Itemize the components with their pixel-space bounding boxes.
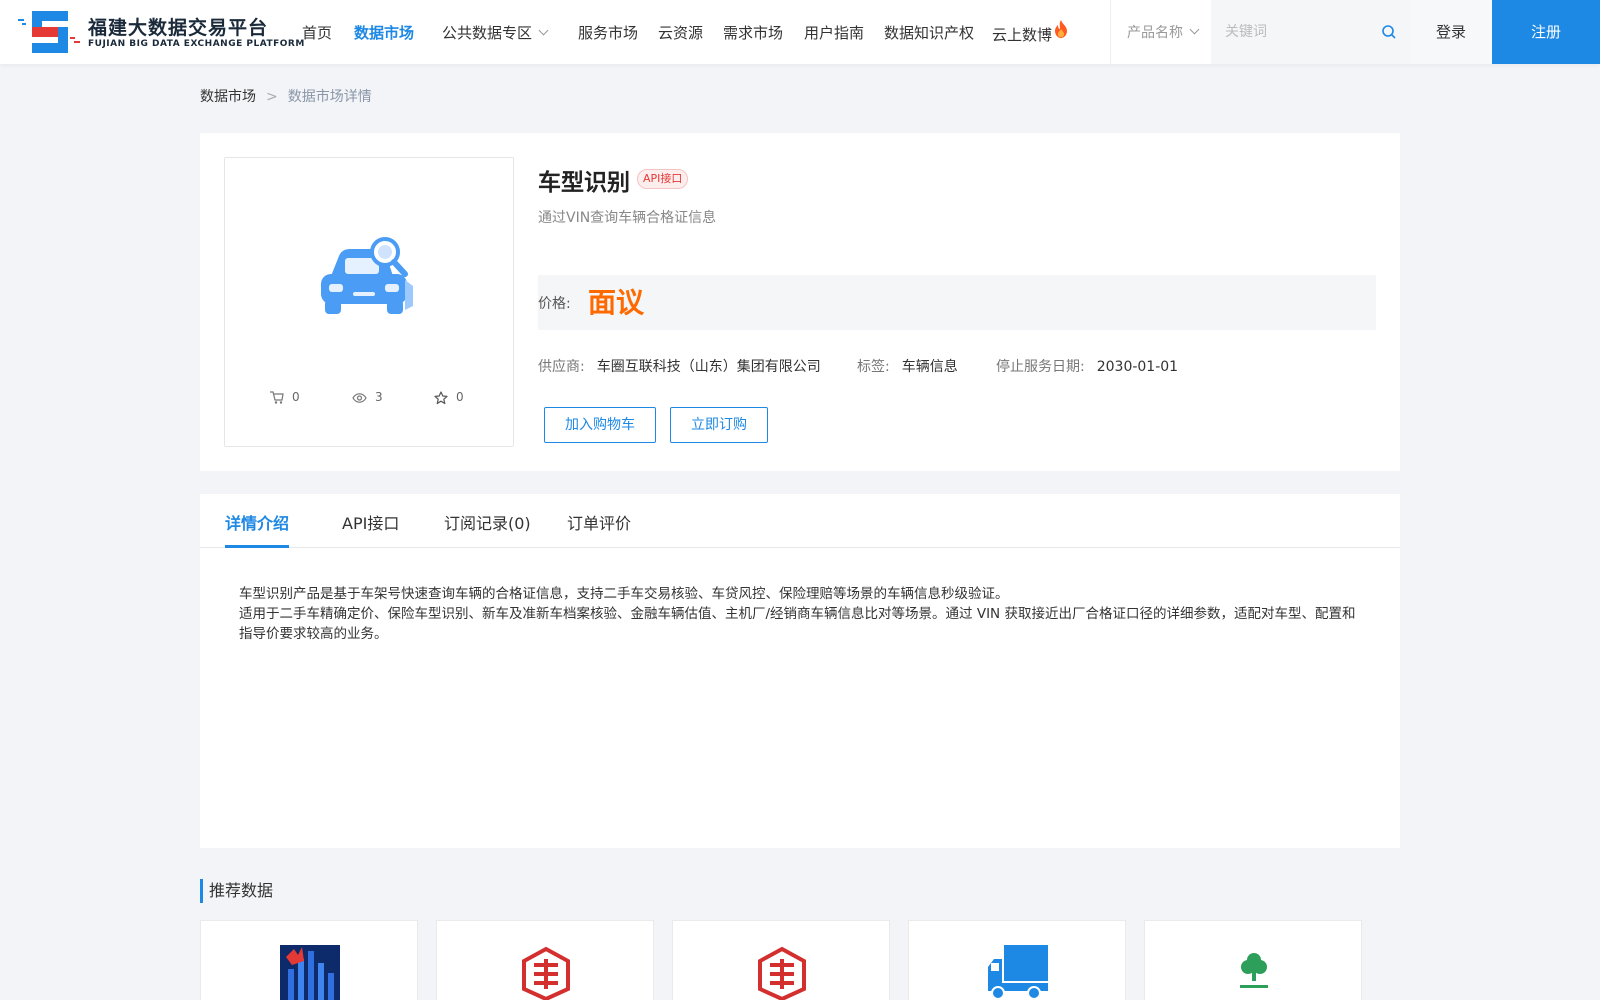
nav-public-data-label: 公共数据专区 — [442, 24, 533, 42]
stop-date-label: 停止服务日期: — [996, 359, 1085, 375]
favorite-count-value: 0 — [456, 390, 464, 404]
nav-cloud-expo-label: 云上数博 — [992, 26, 1053, 44]
cart-count: 0 — [270, 390, 300, 404]
view-count-value: 3 — [375, 390, 383, 404]
chevron-down-icon — [538, 25, 549, 36]
recommended-card[interactable] — [200, 920, 418, 1000]
recommended-card[interactable] — [672, 920, 890, 1000]
car-search-icon — [321, 237, 413, 314]
tag-info: 标签: 车辆信息 — [857, 356, 958, 376]
nav-service-market[interactable]: 服务市场 — [578, 22, 638, 43]
description-line: 适用于二手车精确定价、保险车型识别、新车及准新车档案核验、金融车辆估值、主机厂/… — [239, 606, 1356, 642]
product-title: 车型识别 — [538, 170, 630, 196]
product-image-box: 0 3 0 — [224, 157, 514, 447]
nav-home[interactable]: 首页 — [302, 22, 332, 43]
stop-date-info: 停止服务日期: 2030-01-01 — [996, 356, 1178, 376]
tag-label: 标签: — [857, 359, 890, 375]
add-to-cart-button[interactable]: 加入购物车 — [544, 407, 656, 443]
product-subtitle: 通过VIN查询车辆合格证信息 — [538, 210, 717, 226]
active-tab-indicator — [225, 545, 289, 548]
logo-title: 福建大数据交易平台 — [88, 17, 269, 39]
product-card: 0 3 0 车型识别 API接口 通过VIN查询车辆合格证信息 价格: 面议 供… — [200, 133, 1400, 471]
tab-details[interactable]: 详情介绍 — [225, 510, 289, 534]
supplier-info: 供应商: 车圈互联科技（山东）集团有限公司 — [538, 356, 821, 376]
login-button[interactable]: 登录 — [1410, 0, 1492, 64]
nav-data-ip[interactable]: 数据知识产权 — [884, 22, 974, 43]
search-type-label: 产品名称 — [1127, 25, 1183, 41]
view-count: 3 — [352, 390, 383, 404]
search-icon[interactable] — [1381, 24, 1397, 40]
recommended-card[interactable] — [436, 920, 654, 1000]
tab-reviews[interactable]: 订单评价 — [567, 510, 631, 534]
tag-value: 车辆信息 — [901, 359, 958, 375]
green-tree-logo-icon — [1240, 953, 1268, 988]
recommended-card[interactable] — [908, 920, 1126, 1000]
logo-subtitle: FUJIAN BIG DATA EXCHANGE PLATFORM — [88, 39, 305, 49]
breadcrumb-current: 数据市场详情 — [287, 89, 372, 105]
cart-icon — [270, 391, 284, 404]
supplier-value: 车圈互联科技（山东）集团有限公司 — [596, 359, 821, 375]
site-logo[interactable]: 福建大数据交易平台 FUJIAN BIG DATA EXCHANGE PLATF… — [16, 9, 304, 55]
chevron-down-icon — [1189, 24, 1200, 35]
fire-icon — [1055, 20, 1068, 38]
api-badge: API接口 — [637, 169, 689, 189]
recommended-title: 推荐数据 — [200, 879, 273, 903]
breadcrumb: 数据市场 > 数据市场详情 — [200, 86, 372, 106]
search-type-select[interactable]: 产品名称 — [1127, 22, 1200, 42]
register-button[interactable]: 注册 — [1492, 0, 1600, 64]
search-input-wrap — [1211, 0, 1411, 64]
detail-card: 详情介绍 API接口 订阅记录(0) 订单评价 车型识别产品是基于车架号快速查询… — [200, 494, 1400, 848]
nav-demand-market[interactable]: 需求市场 — [723, 22, 783, 43]
nav-cloud-resources[interactable]: 云资源 — [658, 22, 703, 43]
star-icon — [434, 390, 448, 404]
red-seal-logo-icon — [522, 946, 570, 1000]
breadcrumb-parent[interactable]: 数据市场 — [200, 89, 256, 105]
search-area: 产品名称 — [1110, 0, 1411, 64]
description-line: 车型识别产品是基于车架号快速查询车辆的合格证信息，支持二手车交易核验、车贷风控、… — [239, 586, 1009, 602]
truck-icon — [988, 945, 1048, 1000]
favorite-count[interactable]: 0 — [434, 390, 464, 405]
red-seal-logo-icon — [758, 946, 806, 1000]
nav-public-data[interactable]: 公共数据专区 — [442, 22, 549, 43]
tab-api[interactable]: API接口 — [342, 510, 399, 534]
price-value: 面议 — [588, 286, 645, 319]
price-label: 价格: — [538, 296, 571, 312]
logo-mark-icon — [18, 11, 80, 53]
breadcrumb-separator: > — [266, 89, 278, 105]
detail-tabs: 详情介绍 API接口 订阅记录(0) 订单评价 — [200, 494, 1400, 548]
product-description: 车型识别产品是基于车架号快速查询车辆的合格证信息，支持二手车交易核验、车贷风控、… — [239, 584, 1359, 644]
top-header: 福建大数据交易平台 FUJIAN BIG DATA EXCHANGE PLATF… — [0, 0, 1600, 64]
price-bar: 价格: 面议 — [538, 275, 1376, 330]
nav-cloud-expo[interactable]: 云上数博 — [992, 20, 1068, 45]
subscribe-button[interactable]: 立即订购 — [670, 407, 768, 443]
supplier-label: 供应商: — [538, 359, 585, 375]
stop-date-value: 2030-01-01 — [1096, 359, 1179, 375]
tab-subscriptions[interactable]: 订阅记录(0) — [444, 510, 531, 534]
recommended-card[interactable] — [1144, 920, 1362, 1000]
city-chart-logo-icon — [280, 945, 340, 1000]
nav-user-guide[interactable]: 用户指南 — [804, 22, 864, 43]
search-input[interactable] — [1225, 20, 1375, 44]
eye-icon — [352, 392, 367, 403]
cart-count-value: 0 — [292, 390, 300, 404]
nav-data-market[interactable]: 数据市场 — [354, 22, 414, 43]
